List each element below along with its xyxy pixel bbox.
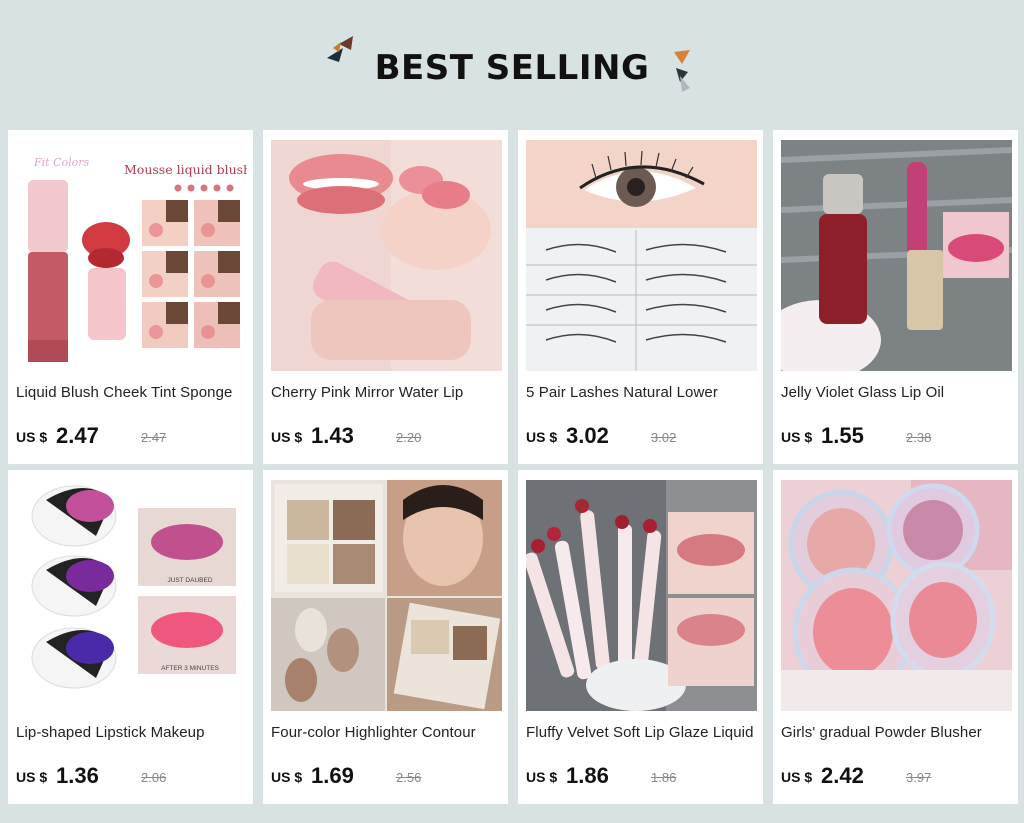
product-name[interactable]: Cherry Pink Mirror Water Lip [271, 384, 503, 401]
sale-price: 2.47 [56, 423, 99, 448]
price-row: US $ 1.55 2.38 [781, 423, 1013, 449]
product-card[interactable]: JUST DAUBED AFTER 3 MINUTES Lip-shaped L… [8, 470, 253, 804]
sale-price: 3.02 [566, 423, 609, 448]
image-caption: AFTER 3 MINUTES [161, 665, 219, 672]
product-name[interactable]: Fluffy Velvet Soft Lip Glaze Liquid [526, 724, 758, 741]
product-card[interactable]: Fluffy Velvet Soft Lip Glaze Liquid US $… [518, 470, 763, 804]
image-caption: JUST DAUBED [167, 577, 212, 584]
decorative-triangles-right-icon [674, 50, 690, 92]
product-name[interactable]: Jelly Violet Glass Lip Oil [781, 384, 1013, 401]
header: BEST SELLING [0, 0, 1024, 130]
original-price: 3.02 [651, 430, 677, 445]
product-image-blush[interactable]: Fit Colors Mousse liquid blush [16, 140, 247, 371]
product-name[interactable]: 5 Pair Lashes Natural Lower [526, 384, 758, 401]
product-image-lashes[interactable] [526, 140, 757, 371]
price-row: US $ 1.43 2.20 [271, 423, 503, 449]
page-title: BEST SELLING [374, 48, 650, 88]
product-image-lip-gloss[interactable] [271, 140, 502, 371]
original-price: 2.06 [141, 770, 167, 785]
image-caption: Mousse liquid blush [124, 162, 247, 177]
original-price: 2.20 [396, 430, 422, 445]
sale-price: 1.43 [311, 423, 354, 448]
price-row: US $ 1.86 1.86 [526, 763, 758, 789]
product-image-lip-oil[interactable] [781, 140, 1012, 371]
price-row: US $ 2.47 2.47 [16, 423, 248, 449]
product-card[interactable]: Girls' gradual Powder Blusher US $ 2.42 … [773, 470, 1018, 804]
brand-logo-text: Fit Colors [33, 156, 90, 169]
currency-label: US $ [781, 769, 813, 785]
currency-label: US $ [271, 429, 303, 445]
sale-price: 1.86 [566, 763, 609, 788]
price-row: US $ 3.02 3.02 [526, 423, 758, 449]
original-price: 2.56 [396, 770, 422, 785]
product-card[interactable]: Cherry Pink Mirror Water Lip US $ 1.43 2… [263, 130, 508, 464]
product-image-blusher[interactable] [781, 480, 1012, 711]
original-price: 2.47 [141, 430, 167, 445]
currency-label: US $ [526, 769, 558, 785]
currency-label: US $ [16, 429, 48, 445]
price-row: US $ 2.42 3.97 [781, 763, 1013, 789]
product-image-lip-glaze[interactable] [526, 480, 757, 711]
currency-label: US $ [271, 769, 303, 785]
product-name[interactable]: Liquid Blush Cheek Tint Sponge [16, 384, 248, 401]
product-card[interactable]: 5 Pair Lashes Natural Lower US $ 3.02 3.… [518, 130, 763, 464]
sale-price: 2.42 [821, 763, 864, 788]
original-price: 1.86 [651, 770, 677, 785]
product-name[interactable]: Lip-shaped Lipstick Makeup [16, 724, 248, 741]
product-name[interactable]: Four-color Highlighter Contour [271, 724, 503, 741]
sale-price: 1.55 [821, 423, 864, 448]
product-card[interactable]: Jelly Violet Glass Lip Oil US $ 1.55 2.3… [773, 130, 1018, 464]
product-name[interactable]: Girls' gradual Powder Blusher [781, 724, 1013, 741]
product-image-lipstick[interactable]: JUST DAUBED AFTER 3 MINUTES [16, 480, 247, 711]
currency-label: US $ [16, 769, 48, 785]
original-price: 2.38 [906, 430, 932, 445]
original-price: 3.97 [906, 770, 932, 785]
price-row: US $ 1.69 2.56 [271, 763, 503, 789]
product-card[interactable]: Fit Colors Mousse liquid blush Liquid Bl [8, 130, 253, 464]
sale-price: 1.36 [56, 763, 99, 788]
price-row: US $ 1.36 2.06 [16, 763, 248, 789]
currency-label: US $ [781, 429, 813, 445]
product-image-highlighter[interactable] [271, 480, 502, 711]
product-card[interactable]: Four-color Highlighter Contour US $ 1.69… [263, 470, 508, 804]
sale-price: 1.69 [311, 763, 354, 788]
currency-label: US $ [526, 429, 558, 445]
